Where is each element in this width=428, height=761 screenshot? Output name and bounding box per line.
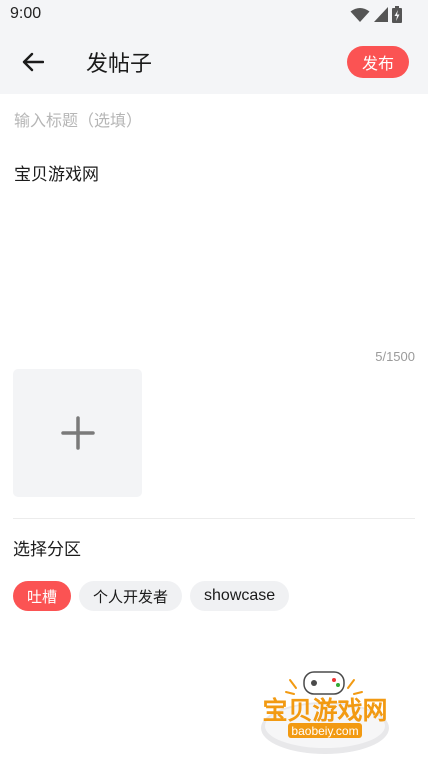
add-image-button[interactable] bbox=[13, 369, 142, 497]
signal-icon bbox=[374, 7, 388, 22]
publish-button[interactable]: 发布 bbox=[347, 46, 409, 78]
title-input[interactable] bbox=[14, 106, 414, 134]
char-counter: 5/1500 bbox=[375, 349, 415, 364]
status-time: 9:00 bbox=[10, 5, 42, 22]
page-title: 发帖子 bbox=[86, 52, 153, 77]
divider bbox=[13, 518, 415, 519]
status-icons bbox=[350, 6, 402, 23]
svg-text:baobeiy.com: baobeiy.com bbox=[291, 724, 358, 738]
wifi-icon bbox=[350, 7, 370, 22]
svg-text:宝贝游戏网: 宝贝游戏网 bbox=[262, 696, 387, 725]
chip-indie-developer[interactable]: 个人开发者 bbox=[79, 581, 183, 611]
battery-charging-icon bbox=[392, 6, 402, 23]
chip-tucao[interactable]: 吐槽 bbox=[13, 581, 72, 611]
back-button[interactable] bbox=[16, 48, 50, 76]
watermark-logo: 宝贝游戏网 baobeiy.com bbox=[261, 671, 389, 754]
post-content-field[interactable]: 宝贝游戏网 bbox=[14, 162, 414, 188]
plus-icon bbox=[60, 416, 95, 450]
section-chips: 吐槽 个人开发者 showcase bbox=[13, 581, 290, 611]
arrow-left-icon bbox=[22, 52, 44, 72]
app-bar: 发帖子 发布 bbox=[0, 30, 428, 94]
chip-showcase[interactable]: showcase bbox=[190, 581, 290, 611]
section-label: 选择分区 bbox=[13, 540, 81, 560]
status-bar: 9:00 bbox=[0, 0, 428, 30]
